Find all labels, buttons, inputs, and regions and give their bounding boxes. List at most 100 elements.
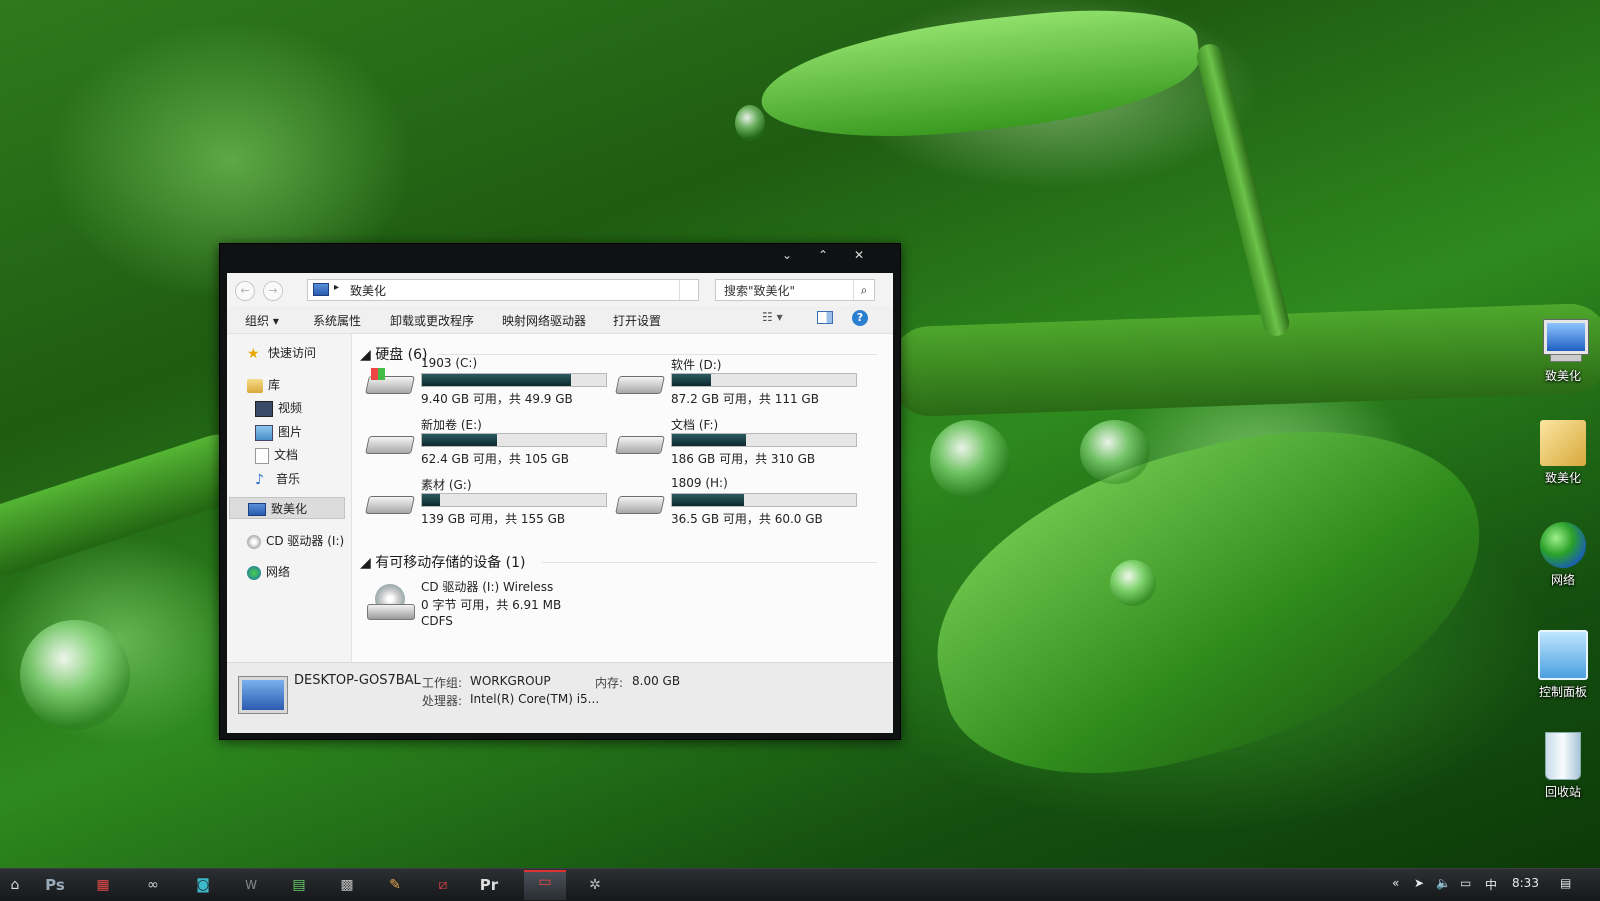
forward-button[interactable]: → (263, 281, 283, 301)
uninstall-program-button[interactable]: 卸载或更改程序 (390, 312, 474, 329)
video-icon[interactable]: ▩ (336, 875, 358, 895)
removable-group-header[interactable]: ◢ 有可移动存储的设备 (1) (360, 552, 526, 572)
drive-usage-bar (421, 493, 607, 507)
drive-usage-bar (421, 433, 607, 447)
back-button[interactable]: ← (235, 281, 255, 301)
help-icon[interactable]: ? (852, 310, 868, 326)
close-button[interactable]: ✕ (848, 246, 870, 264)
video-icon (255, 400, 273, 417)
picture-icon (255, 424, 273, 441)
memory-value: 8.00 GB (632, 674, 681, 688)
drive-free-text: 62.4 GB 可用，共 105 GB (421, 452, 569, 466)
volume-icon[interactable]: 🔈 (1436, 876, 1451, 890)
nav-documents[interactable]: 文档 (255, 444, 298, 466)
cd-drive-free: 0 字节 可用，共 6.91 MB (421, 598, 562, 612)
nav-network[interactable]: 网络 (247, 561, 290, 583)
user-folder-icon (1540, 420, 1586, 466)
network-icon (1540, 522, 1586, 568)
search-icon[interactable]: ⌕ (853, 280, 874, 300)
drive-usage-bar (421, 373, 607, 387)
photoshop-icon[interactable]: Ps (44, 875, 66, 895)
premiere-icon[interactable]: Pr (478, 875, 500, 895)
network-status-icon[interactable]: ▭ (1460, 876, 1471, 890)
drive-usage-bar (671, 373, 857, 387)
search-placeholder: 搜索"致美化" (724, 284, 796, 298)
drive-name: 1809 (H:) (671, 476, 728, 490)
nav-pictures[interactable]: 图片 (255, 421, 302, 443)
drive-item[interactable]: 1903 (C:) 9.40 GB 可用，共 49.9 GB (365, 356, 617, 414)
breadcrumb-arrow-icon[interactable]: ▸ (334, 282, 339, 293)
nav-this-pc[interactable]: 致美化 (229, 497, 345, 519)
tray-expand-icon[interactable]: « (1392, 876, 1399, 890)
explorer-window: ⌄ ⌃ ✕ ← → ▸ 致美化 搜索"致美化" ⌕ 组织 ▾ 系统属性 卸载或更… (219, 243, 901, 740)
computer-icon (313, 283, 329, 296)
command-bar: 组织 ▾ 系统属性 卸载或更改程序 映射网络驱动器 打开设置 ☷ ▾ ? (227, 306, 893, 334)
preview-pane-icon[interactable] (817, 311, 833, 324)
nav-cd-drive[interactable]: CD 驱动器 (I:) (247, 530, 344, 552)
nav-videos[interactable]: 视频 (255, 397, 302, 419)
screenshot-icon[interactable]: ⧄ (432, 875, 454, 895)
cpu-value: Intel(R) Core(TM) i5... (470, 692, 600, 706)
desktop-icon-user-folder[interactable]: 致美化 (1528, 420, 1598, 486)
menu-chevron-icon[interactable]: ⌄ (776, 246, 798, 264)
app-red-icon[interactable]: ▦ (92, 875, 114, 895)
drive-usage-fill (422, 494, 441, 506)
cd-drive-icon (247, 534, 261, 549)
camera-icon[interactable]: ◙ (192, 875, 214, 895)
document-icon (255, 447, 269, 464)
drive-item[interactable]: 素材 (G:) 139 GB 可用，共 155 GB (365, 476, 617, 534)
desktop-icon-recycle-bin[interactable]: 回收站 (1528, 732, 1598, 800)
word-icon[interactable]: W (240, 875, 262, 895)
desktop-icon-network[interactable]: 网络 (1528, 522, 1598, 588)
system-properties-button[interactable]: 系统属性 (313, 312, 361, 329)
water-drop (20, 620, 130, 730)
drive-item[interactable]: 软件 (D:) 87.2 GB 可用，共 111 GB (615, 356, 867, 414)
infinity-icon[interactable]: ∞ (142, 875, 164, 895)
wallpaper-branch (888, 302, 1600, 418)
ime-indicator[interactable]: 中 (1485, 876, 1497, 893)
maximize-button[interactable]: ⌃ (812, 246, 834, 264)
drive-item[interactable]: 文档 (F:) 186 GB 可用，共 310 GB (615, 416, 867, 474)
computer-name: DESKTOP-GOS7BAL (294, 673, 421, 688)
library-folder-icon (247, 378, 263, 393)
start-icon[interactable]: ⌂ (4, 875, 26, 895)
desktop-icon-computer[interactable]: 致美化 (1528, 318, 1598, 384)
cd-drive-filesystem: CDFS (421, 614, 453, 628)
notification-icon[interactable]: ▤ (1560, 876, 1571, 890)
nav-quick-access[interactable]: ★ 快速访问 (247, 342, 316, 364)
drive-free-text: 139 GB 可用，共 155 GB (421, 512, 566, 526)
file-icon[interactable]: ▤ (288, 875, 310, 895)
clock[interactable]: 8:33 (1512, 876, 1539, 890)
control-panel-icon (1538, 630, 1588, 680)
drive-usage-fill (422, 374, 572, 386)
pen-icon[interactable]: ✎ (384, 875, 406, 895)
send-icon[interactable]: ➤ (1414, 876, 1424, 890)
computer-icon (1540, 318, 1588, 364)
hard-drive-icon (365, 490, 415, 516)
desktop-icon-control-panel[interactable]: 控制面板 (1528, 630, 1598, 700)
settings-icon[interactable]: ✲ (584, 875, 606, 895)
organize-button[interactable]: 组织 ▾ (245, 312, 279, 329)
memory-label: 内存: (595, 676, 624, 690)
address-bar[interactable]: ▸ 致美化 (307, 279, 699, 301)
nav-music[interactable]: ♪ 音乐 (255, 468, 300, 490)
cpu-label: 处理器: (422, 694, 463, 708)
drive-name: 文档 (F:) (671, 418, 719, 432)
explorer-icon[interactable]: ▭ (524, 870, 566, 900)
recycle-bin-icon (1545, 732, 1581, 780)
explorer-body: ← → ▸ 致美化 搜索"致美化" ⌕ 组织 ▾ 系统属性 卸载或更改程序 映射… (227, 273, 893, 733)
workgroup-value: WORKGROUP (470, 674, 551, 688)
view-options-icon[interactable]: ☷ ▾ (762, 310, 783, 324)
cd-drive-item[interactable]: CD 驱动器 (I:) Wireless 0 字节 可用，共 6.91 MB C… (367, 578, 617, 628)
drive-item[interactable]: 新加卷 (E:) 62.4 GB 可用，共 105 GB (365, 416, 617, 474)
search-input[interactable]: 搜索"致美化" ⌕ (715, 279, 875, 301)
open-settings-button[interactable]: 打开设置 (613, 312, 661, 329)
nav-library[interactable]: 库 (247, 374, 280, 396)
hard-drive-icon (365, 430, 415, 456)
drive-free-text: 9.40 GB 可用，共 49.9 GB (421, 392, 573, 406)
cd-drive-icon (367, 584, 415, 620)
music-icon: ♪ (255, 471, 264, 488)
map-network-drive-button[interactable]: 映射网络驱动器 (502, 312, 586, 329)
drive-item[interactable]: 1809 (H:) 36.5 GB 可用，共 60.0 GB (615, 476, 867, 534)
address-dropdown-button[interactable] (679, 280, 698, 300)
